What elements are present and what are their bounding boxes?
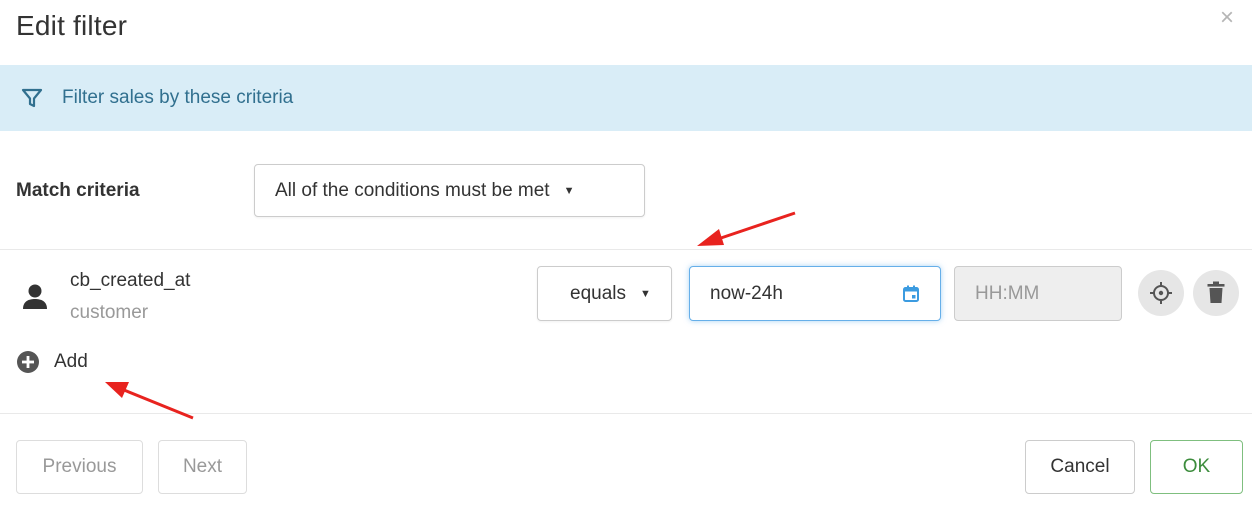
banner-text: Filter sales by these criteria — [62, 87, 294, 108]
condition-entity: customer — [70, 302, 149, 323]
match-criteria-select[interactable]: All of the conditions must be met ▼ — [254, 164, 645, 217]
annotation-arrow-date — [697, 211, 796, 246]
add-label: Add — [54, 351, 88, 372]
person-icon — [23, 284, 47, 309]
close-icon[interactable]: × — [1220, 6, 1234, 30]
crosshair-icon — [1150, 282, 1172, 304]
trash-icon — [1207, 281, 1225, 303]
date-input-value: now-24h — [710, 282, 783, 304]
divider — [0, 249, 1252, 250]
delete-button[interactable] — [1193, 270, 1239, 316]
previous-button[interactable]: Previous — [16, 440, 143, 494]
caret-down-icon: ▼ — [640, 287, 651, 300]
cancel-button[interactable]: Cancel — [1025, 440, 1135, 494]
date-input[interactable]: now-24h — [689, 266, 941, 321]
match-criteria-label: Match criteria — [16, 180, 140, 201]
caret-down-icon: ▼ — [563, 184, 575, 197]
filter-icon — [21, 88, 43, 108]
divider — [0, 413, 1252, 414]
info-banner: Filter sales by these criteria — [0, 65, 1252, 131]
crosshair-button[interactable] — [1138, 270, 1184, 316]
condition-field-name: cb_created_at — [70, 270, 191, 291]
operator-value: equals — [570, 282, 626, 304]
add-condition-button[interactable]: Add — [16, 350, 88, 374]
operator-select[interactable]: equals ▼ — [537, 266, 672, 321]
time-input[interactable]: HH:MM — [954, 266, 1122, 321]
ok-button[interactable]: OK — [1150, 440, 1243, 494]
match-criteria-value: All of the conditions must be met — [275, 179, 550, 201]
calendar-icon[interactable] — [902, 285, 920, 303]
dialog-title: Edit filter — [16, 10, 128, 41]
next-button[interactable]: Next — [158, 440, 247, 494]
plus-circle-icon — [17, 351, 39, 373]
